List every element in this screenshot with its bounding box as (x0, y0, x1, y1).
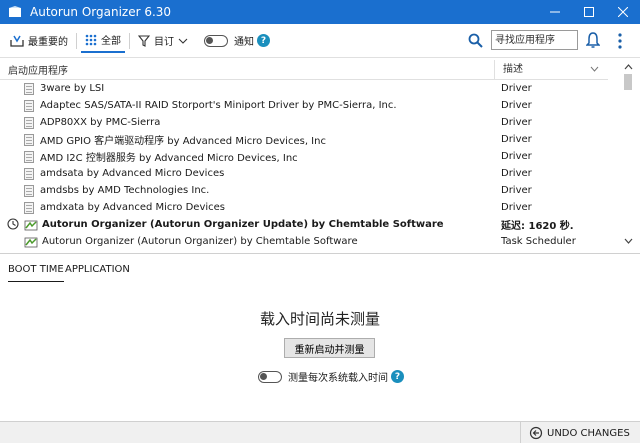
row-desc: Driver (501, 100, 532, 111)
chevron-down-icon (178, 38, 188, 44)
undo-icon (529, 426, 543, 440)
toggle-switch[interactable] (258, 370, 282, 383)
status-bar: UNDO CHANGES (0, 421, 640, 443)
chevron-down-icon (624, 238, 632, 244)
notify-toggle[interactable]: 通知 ? (200, 29, 274, 53)
restart-measure-button[interactable]: 重新启动并测量 (284, 338, 375, 358)
file-icon (24, 116, 34, 129)
column-header-name[interactable]: 启动应用程序 (0, 62, 494, 77)
toggle-switch[interactable] (204, 34, 228, 47)
scroll-up-button[interactable] (621, 60, 635, 74)
row-desc: Driver (501, 168, 532, 179)
measure-each-boot-toggle[interactable]: 测量每次系统载入时间 ? (258, 369, 404, 384)
filter-most-important[interactable]: 最重要的 (6, 29, 72, 53)
autorun-app-icon (24, 237, 38, 247)
filter-all[interactable]: 全部 (81, 29, 125, 53)
row-desc: Driver (501, 134, 532, 145)
row-name: amdxata by Advanced Micro Devices (40, 202, 226, 213)
file-icon (24, 82, 34, 95)
file-icon (24, 150, 34, 163)
startup-list: 启动应用程序 描述 3ware by LSI Driver Adaptec SA… (0, 59, 640, 250)
filter-subscription[interactable]: 目订 (134, 29, 192, 53)
row-desc: Driver (501, 185, 532, 196)
grid-dots-icon (85, 34, 97, 45)
row-desc: Driver (501, 151, 532, 162)
list-rows: 3ware by LSI Driver Adaptec SAS/SATA-II … (0, 80, 608, 250)
row-name: 3ware by LSI (40, 83, 105, 94)
bell-icon[interactable] (586, 32, 600, 49)
scroll-thumb[interactable] (624, 74, 632, 90)
row-name: Autorun Organizer (Autorun Organizer Upd… (42, 219, 444, 230)
tab-application[interactable]: APPLICATION (65, 264, 130, 282)
detail-tabs: BOOT TIME APPLICATION (0, 253, 640, 283)
table-row[interactable]: amdsbs by AMD Technologies Inc. Driver (0, 182, 608, 199)
row-name: Autorun Organizer (Autorun Organizer) by… (42, 236, 358, 247)
tray-icon (10, 35, 24, 47)
table-row[interactable]: Adaptec SAS/SATA-II RAID Storport's Mini… (0, 97, 608, 114)
undo-changes-button[interactable]: UNDO CHANGES (520, 422, 630, 443)
subscription-label: 目订 (154, 37, 174, 48)
table-row[interactable]: ADP80XX by PMC-Sierra Driver (0, 114, 608, 131)
table-row[interactable]: 3ware by LSI Driver (0, 80, 608, 97)
row-name: amdsata by Advanced Micro Devices (40, 168, 225, 179)
search-icon[interactable] (468, 33, 484, 49)
app-icon (9, 6, 21, 17)
table-row[interactable]: AMD I2C 控制器服务 by Advanced Micro Devices,… (0, 148, 608, 165)
scroll-down-button[interactable] (621, 234, 635, 248)
measure-label: 测量每次系统载入时间 (288, 373, 388, 384)
divider (76, 32, 77, 49)
search-input[interactable] (491, 30, 578, 50)
row-name: ADP80XX by PMC-Sierra (40, 117, 161, 128)
divider (129, 32, 130, 49)
file-icon (24, 184, 34, 197)
file-icon (24, 133, 34, 146)
close-icon (618, 7, 628, 17)
row-name: AMD GPIO 客户端驱动程序 by Advanced Micro Devic… (40, 136, 326, 147)
title-bar: Autorun Organizer 6.30 (0, 0, 640, 24)
table-row[interactable]: AMD GPIO 客户端驱动程序 by Advanced Micro Devic… (0, 131, 608, 148)
funnel-icon (138, 34, 150, 47)
table-row[interactable]: Autorun Organizer (Autorun Organizer Upd… (0, 216, 608, 233)
tab-boot-time[interactable]: BOOT TIME (8, 264, 64, 282)
close-button[interactable] (606, 0, 640, 24)
chevron-down-icon (590, 66, 599, 72)
undo-label: UNDO CHANGES (547, 427, 630, 439)
help-icon[interactable]: ? (257, 34, 270, 47)
file-icon (24, 201, 34, 214)
most-important-label: 最重要的 (28, 37, 68, 48)
notify-label: 通知 (234, 37, 254, 48)
row-desc: Task Scheduler (501, 236, 576, 247)
row-desc: Driver (501, 83, 532, 94)
row-name: Adaptec SAS/SATA-II RAID Storport's Mini… (40, 100, 397, 111)
chevron-up-icon (624, 64, 632, 70)
table-row[interactable]: amdsata by Advanced Micro Devices Driver (0, 165, 608, 182)
clock-icon (7, 218, 19, 230)
table-row[interactable]: amdxata by Advanced Micro Devices Driver (0, 199, 608, 216)
row-name: amdsbs by AMD Technologies Inc. (40, 185, 210, 196)
toolbar: 最重要的 全部 目订 通知 ? (0, 24, 640, 58)
window-title: Autorun Organizer 6.30 (30, 5, 172, 19)
table-row[interactable]: Autorun Organizer (Autorun Organizer) by… (0, 233, 608, 250)
file-icon (24, 99, 34, 112)
menu-icon[interactable] (614, 32, 626, 50)
maximize-button[interactable] (572, 0, 606, 24)
autorun-app-icon (24, 220, 38, 230)
list-header: 启动应用程序 描述 (0, 59, 608, 80)
minimize-icon (550, 11, 560, 13)
row-desc: Driver (501, 117, 532, 128)
row-name: AMD I2C 控制器服务 by Advanced Micro Devices,… (40, 153, 298, 164)
minimize-button[interactable] (538, 0, 572, 24)
help-icon[interactable]: ? (391, 370, 404, 383)
boot-time-panel: 载入时间尚未测量 (0, 300, 640, 329)
row-desc: Driver (501, 202, 532, 213)
column-header-desc[interactable]: 描述 (494, 59, 523, 80)
file-icon (24, 167, 34, 180)
list-scrollbar[interactable] (621, 60, 635, 250)
all-label: 全部 (101, 36, 121, 47)
maximize-icon (584, 7, 594, 17)
row-desc: 延迟: 1620 秒. (501, 221, 574, 232)
not-measured-message: 载入时间尚未测量 (259, 310, 380, 328)
